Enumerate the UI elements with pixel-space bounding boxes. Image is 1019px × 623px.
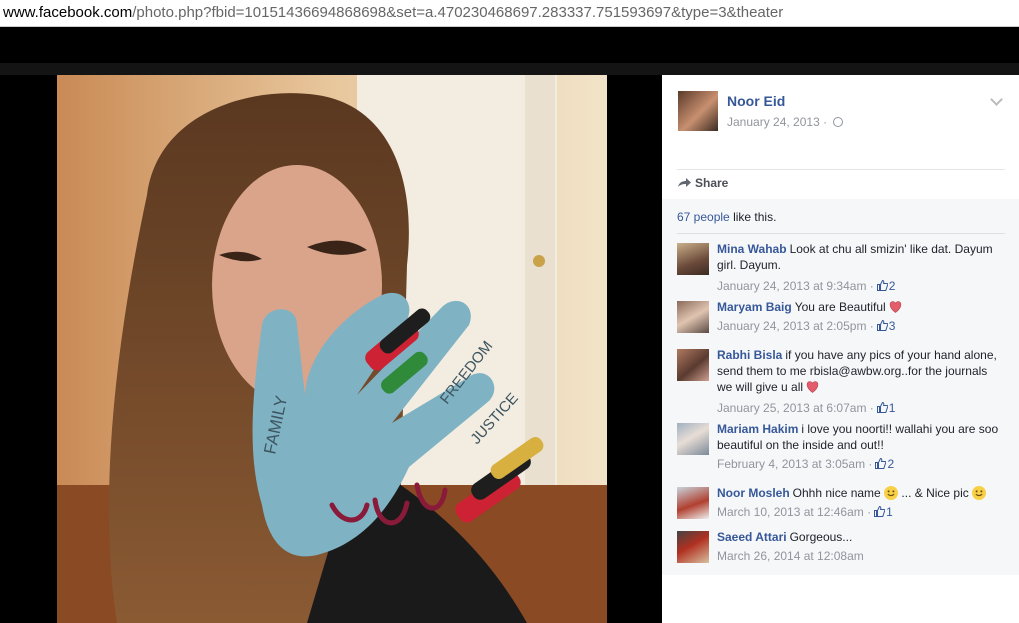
photo-theater: FAMILY FREEDOM JUSTICE Noor Eid January … [0,27,1019,623]
owner-name[interactable]: Noor Eid [727,93,785,109]
commenter-name[interactable]: Mariam Hakim [717,422,798,436]
commenter-avatar[interactable] [677,243,709,275]
divider [677,169,1005,170]
commenter-avatar[interactable] [677,423,709,455]
heart-icon [889,301,902,313]
smile-emoji-icon [884,486,899,500]
comment-time[interactable]: January 24, 2013 at 9:34am [717,279,866,293]
comment-body: Maryam Baig You are Beautiful [717,299,1002,315]
commenter-avatar[interactable] [677,531,709,563]
likes-summary: 67 people like this. [677,210,776,224]
divider [677,233,1005,234]
comment-like-count[interactable]: 2 [889,279,896,293]
date-separator: · [823,115,828,129]
smile-emoji-icon [972,486,987,500]
comment-text: You are Beautiful [794,300,886,314]
photo-door-knob [533,255,545,267]
comment-like-count[interactable]: 2 [887,457,894,471]
commenter-avatar[interactable] [677,301,709,333]
comment-meta: January 25, 2013 at 6:07am · 1 [717,401,896,415]
comment-text-part-b: ... & Nice pic [901,486,969,500]
share-arrow-icon [678,178,691,187]
comment-time[interactable]: January 25, 2013 at 6:07am [717,401,866,415]
comment-meta: January 24, 2013 at 2:05pm · 3 [717,319,896,333]
comment-like-count[interactable]: 1 [886,505,893,519]
commenter-name[interactable]: Noor Mosleh [717,486,790,500]
likes-count-link[interactable]: 67 people [677,210,730,224]
comment-meta: March 10, 2013 at 12:46am · 1 [717,505,893,519]
comment-time[interactable]: January 24, 2013 at 2:05pm [717,319,866,333]
dimmed-page-bar [0,63,1019,75]
comment-text-part-a: Ohhh nice name [792,486,881,500]
url-path: /photo.php?fbid=10151436694868698&set=a.… [132,4,784,21]
globe-icon[interactable] [833,117,844,127]
comment-item: Mariam Hakim i love you noorti!! wallahi … [677,421,1007,477]
comment-body: Noor Mosleh Ohhh nice name ... & Nice pic [717,485,1002,501]
photo-door-frame [525,75,555,495]
comment-like-count[interactable]: 1 [889,401,896,415]
post-date[interactable]: January 24, 2013 [727,115,820,129]
thumbs-up-icon [876,280,888,291]
photo-sidebar: Noor Eid January 24, 2013 · Share 67 peo… [662,75,1019,623]
comment-meta: February 4, 2013 at 3:05am · 2 [717,457,895,471]
chevron-down-icon[interactable] [990,93,1003,106]
comment-body: Saeed Attari Gorgeous... [717,529,1002,545]
theater-top-strip [0,27,1019,63]
comment-body: Mina Wahab Look at chu all smizin' like d… [717,241,1002,273]
comments-panel: 67 people like this. Mina Wahab Look at c… [662,199,1019,575]
commenter-name[interactable]: Rabhi Bisla [717,348,782,362]
share-button[interactable]: Share [677,176,728,190]
owner-avatar[interactable] [678,91,718,131]
comment-meta: March 26, 2014 at 12:08am [717,549,864,563]
comment-meta: January 24, 2013 at 9:34am · 2 [717,279,896,293]
share-label: Share [695,176,729,190]
comment-like-count[interactable]: 3 [889,319,896,333]
thumbs-up-icon [874,506,886,517]
commenter-avatar[interactable] [677,487,709,519]
commenter-name[interactable]: Maryam Baig [717,300,792,314]
comment-time[interactable]: March 26, 2014 at 12:08am [717,549,864,563]
likes-suffix: like this. [733,210,777,224]
thumbs-up-icon [876,402,888,413]
commenter-avatar[interactable] [677,349,709,381]
url-domain: www.facebook.com [3,4,133,21]
post-date-line: January 24, 2013 · [727,115,844,129]
photo-stage[interactable]: FAMILY FREEDOM JUSTICE [0,75,662,623]
comment-body: Mariam Hakim i love you noorti!! wallahi … [717,421,1002,453]
thumbs-up-icon [875,458,887,469]
comment-body: Rabhi Bisla if you have any pics of your … [717,347,1002,395]
comment-time[interactable]: February 4, 2013 at 3:05am [717,457,865,471]
address-bar[interactable]: www.facebook.com/photo.php?fbid=10151436… [0,0,1019,27]
comment-time[interactable]: March 10, 2013 at 12:46am [717,505,864,519]
photo[interactable]: FAMILY FREEDOM JUSTICE [57,75,607,623]
comment-item: Rabhi Bisla if you have any pics of your … [677,347,1007,419]
comment-item: Saeed Attari Gorgeous... March 26, 2014 a… [677,529,1007,569]
comment-item: Noor Mosleh Ohhh nice name ... & Nice pic… [677,485,1007,525]
thumbs-up-icon [876,320,888,331]
heart-icon [807,381,819,393]
commenter-name[interactable]: Mina Wahab [717,242,787,256]
comment-item: Maryam Baig You are Beautiful January 24,… [677,299,1007,339]
comment-text: Gorgeous... [789,530,853,544]
comment-item: Mina Wahab Look at chu all smizin' like d… [677,241,1007,297]
commenter-name[interactable]: Saeed Attari [717,530,787,544]
